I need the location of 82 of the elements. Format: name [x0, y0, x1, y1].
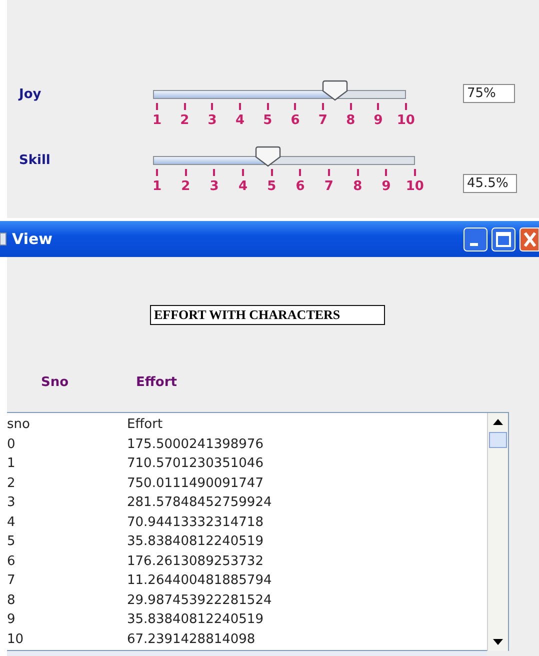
tick-label: 1	[152, 179, 162, 194]
tick-label: 6	[296, 179, 305, 194]
minimize-icon[interactable]	[463, 226, 488, 252]
table-cell-text: 9	[7, 612, 16, 628]
tick-mark	[156, 103, 158, 110]
slider-label: Skill	[18, 153, 52, 168]
tick-mark	[294, 103, 296, 110]
tick-label: 3	[208, 113, 217, 128]
tick-mark	[242, 169, 244, 176]
scroll-thumb[interactable]	[489, 432, 507, 448]
maximize-icon[interactable]	[491, 226, 516, 252]
table-cell-text: 3	[7, 495, 16, 510]
column-header: Effort	[127, 417, 163, 432]
column-label: Effort	[136, 375, 177, 390]
table-cell: 29.987453922281524	[127, 592, 272, 608]
tick-mark	[184, 103, 186, 110]
table-cell: 11.264400481885794	[127, 573, 272, 588]
table-cell: 35.83840812240519	[127, 612, 264, 628]
tick-mark	[184, 169, 187, 176]
tick-label: 8	[353, 179, 362, 194]
table-cell-text: 10	[7, 632, 25, 647]
table-cell-text: 5	[7, 534, 16, 550]
value-field[interactable]: 75%	[463, 84, 515, 103]
tick-mark	[350, 103, 352, 110]
table-cell: 67.2391428814098	[127, 632, 256, 647]
tick-label: 2	[180, 113, 190, 128]
table-cell-text: 6	[7, 554, 16, 569]
table-cell: 750.0111490091747	[127, 476, 264, 491]
tick-label: 8	[346, 113, 356, 128]
tick-label: 7	[324, 179, 334, 194]
tick-label: 4	[238, 179, 248, 194]
value-field[interactable]: 45.5%	[463, 174, 517, 193]
slider[interactable]	[153, 146, 415, 168]
tick-mark	[270, 169, 273, 176]
tick-mark	[328, 169, 330, 176]
table-cell: 710.5701230351046	[127, 456, 264, 472]
tick-mark	[414, 169, 416, 176]
tick-label: 9	[374, 113, 383, 128]
tick-label: 1	[152, 113, 162, 128]
tick-mark	[156, 169, 158, 176]
table-cell: 175.5000241398976	[127, 436, 264, 452]
heading-label: EFFORT WITH CHARACTERS	[150, 305, 385, 325]
table-cell: 35.83840812240519	[127, 534, 264, 550]
column-label: Sno	[41, 375, 69, 390]
tick-mark	[377, 103, 380, 110]
table-cell: 70.94413332314718	[127, 514, 264, 530]
table-cell-text: 4	[7, 514, 16, 530]
tick-mark	[238, 103, 241, 110]
table-cell-text: 2	[7, 476, 16, 491]
tick-mark	[385, 169, 388, 176]
tick-mark	[213, 169, 216, 176]
tick-label: 5	[263, 113, 272, 128]
table-cell-text: 0	[7, 436, 16, 452]
table-cell-text: 1	[7, 456, 16, 472]
tick-label: 2	[181, 179, 190, 194]
window-title: View	[12, 230, 53, 248]
tick-mark	[211, 103, 214, 110]
window-icon	[0, 232, 8, 246]
slider-label: Joy	[17, 87, 42, 102]
tick-mark	[299, 169, 302, 176]
tick-label: 9	[382, 179, 391, 194]
column-header: sno	[7, 417, 31, 432]
tick-label: 6	[290, 113, 300, 128]
tick-label: 10	[396, 113, 415, 128]
tick-mark	[404, 103, 407, 110]
table-cell-text: 7	[7, 573, 16, 588]
tick-label: 4	[235, 113, 244, 128]
tick-mark	[266, 103, 269, 110]
vertical-scrollbar[interactable]	[487, 413, 508, 651]
tick-mark	[356, 169, 359, 176]
tick-label: 3	[210, 179, 219, 194]
table-cell: 176.2613089253732	[127, 554, 264, 569]
table-cell-text: 8	[7, 592, 16, 608]
slider-thumb[interactable]	[254, 146, 282, 168]
slider[interactable]	[153, 80, 406, 102]
slider-thumb[interactable]	[321, 80, 350, 102]
close-icon[interactable]	[519, 226, 539, 252]
table-cell: 281.57848452759924	[127, 495, 272, 510]
tick-label: 7	[318, 113, 328, 128]
tick-mark	[322, 103, 324, 110]
tick-label: 5	[267, 179, 276, 194]
tick-label: 10	[406, 179, 424, 194]
